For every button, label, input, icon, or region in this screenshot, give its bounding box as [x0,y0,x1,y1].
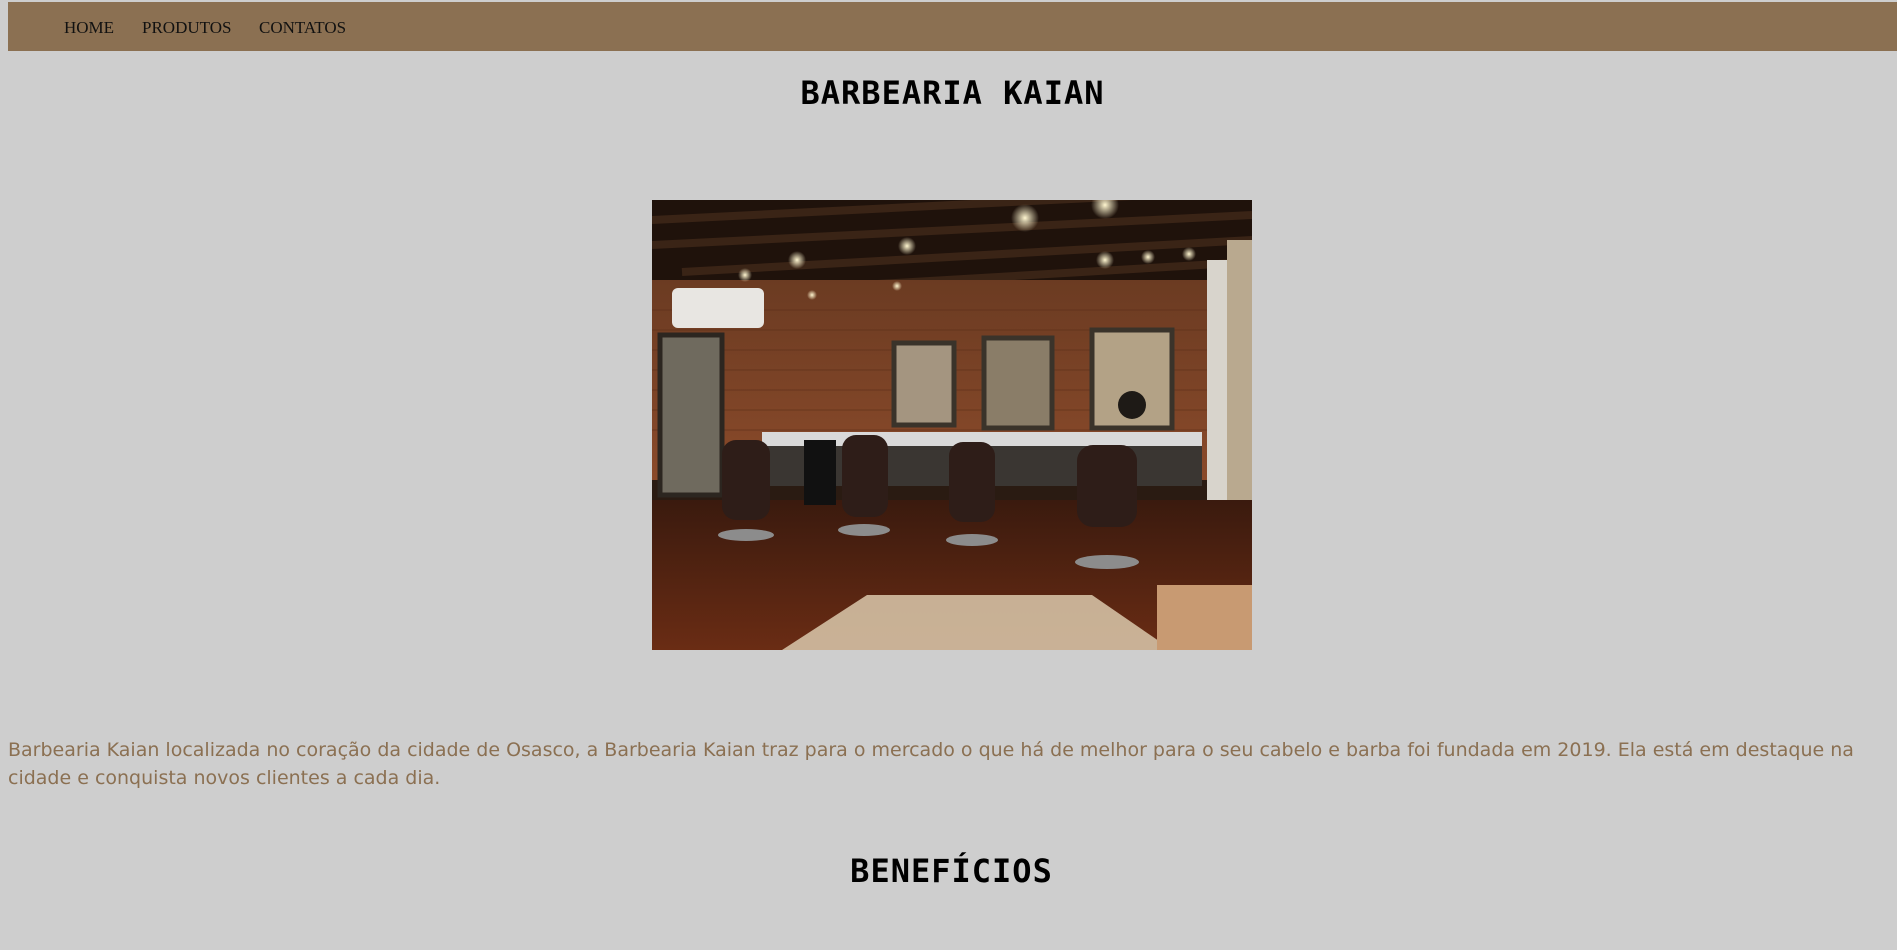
page-title: BARBEARIA KAIAN [800,74,1105,112]
top-navbar: HOME PRODUTOS CONTATOS [8,2,1897,51]
benefits-heading: BENEFÍCIOS [850,852,1053,890]
barbershop-interior-photo [652,200,1252,650]
nav-link-home[interactable]: HOME [64,18,114,38]
about-text: Barbearia Kaian localizada no coração da… [8,739,1854,789]
nav-link-contatos[interactable]: CONTATOS [259,18,346,38]
nav-link-produtos[interactable]: PRODUTOS [142,18,231,38]
